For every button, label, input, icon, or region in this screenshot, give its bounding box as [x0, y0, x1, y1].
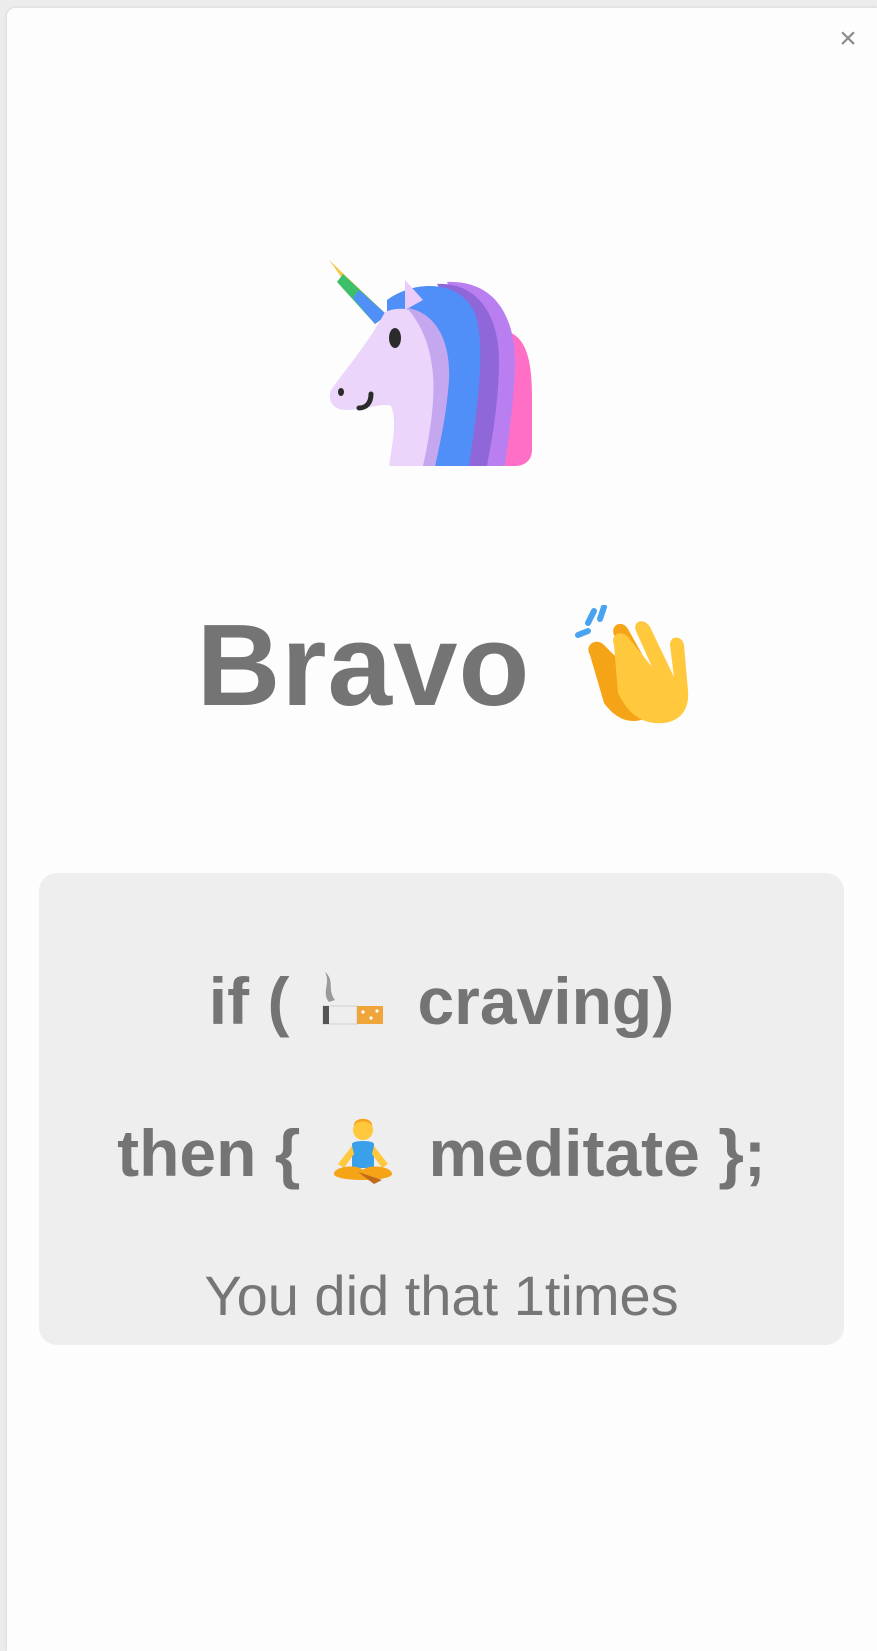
- success-modal: × Bravo if (craving) then {meditate};…: [7, 8, 877, 1651]
- rule-then-line: then { meditate };: [39, 1115, 844, 1191]
- then-keyword: then {: [117, 1116, 301, 1190]
- action-text: meditate };: [428, 1116, 766, 1190]
- close-icon: ×: [839, 22, 857, 55]
- close-button[interactable]: ×: [833, 24, 863, 54]
- title-row: Bravo: [7, 598, 877, 732]
- cigarette-icon: [322, 972, 384, 1025]
- unicorn-icon: [329, 260, 532, 466]
- habit-rule-card: if ( craving) then {meditate}; You did…: [39, 873, 844, 1345]
- clapping-hands-icon: [575, 605, 689, 724]
- if-keyword: if (: [208, 964, 290, 1038]
- meditating-person-icon: [334, 1118, 393, 1184]
- rule-if-line: if ( craving): [39, 963, 844, 1039]
- trigger-text: craving): [417, 964, 675, 1038]
- completion-count: You did that 1times: [204, 1264, 679, 1327]
- page-title: Bravo: [196, 600, 531, 730]
